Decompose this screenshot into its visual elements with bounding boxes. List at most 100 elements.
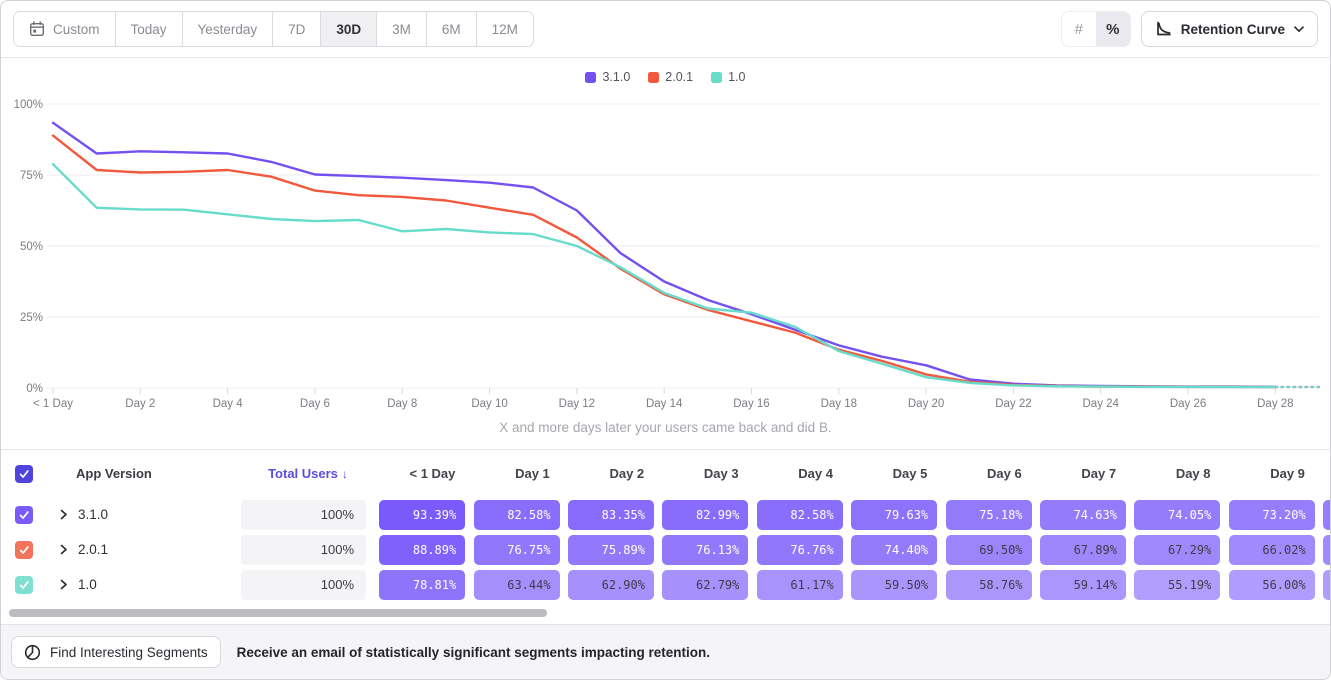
total-users-cell-wrap: 100% <box>241 535 375 565</box>
range-button-today[interactable]: Today <box>116 12 183 46</box>
retention-cell[interactable]: 79.63% <box>851 500 937 530</box>
retention-cell[interactable]: 76.76% <box>757 535 843 565</box>
retention-cell[interactable]: 67.29% <box>1134 535 1220 565</box>
retention-cell-wrap: 67.89% <box>1036 535 1130 565</box>
retention-cell-wrap: 69.50% <box>941 535 1035 565</box>
retention-cell[interactable]: 62.79% <box>662 570 748 600</box>
range-button-30d[interactable]: 30D <box>321 12 377 46</box>
row-checkbox-cell <box>1 541 57 559</box>
expand-chevron-icon[interactable] <box>58 578 69 591</box>
find-interesting-segments-button[interactable]: Find Interesting Segments <box>11 636 221 668</box>
select-all-checkbox[interactable] <box>15 465 33 483</box>
column-header-total-users[interactable]: Total Users↓ <box>241 466 375 481</box>
retention-cell-wrap: 61.17% <box>753 570 847 600</box>
retention-cell-wrap: 82.58% <box>753 500 847 530</box>
retention-cell[interactable]: 74.63% <box>1040 500 1126 530</box>
range-button-yesterday[interactable]: Yesterday <box>183 12 274 46</box>
expand-chevron-icon[interactable] <box>58 508 69 521</box>
percent-format-button[interactable]: % <box>1096 12 1130 46</box>
retention-cell[interactable]: 74.05% <box>1134 500 1220 530</box>
legend-swatch <box>711 72 722 83</box>
retention-cell[interactable]: 93.39% <box>379 500 465 530</box>
retention-cell-wrap: 63.44% <box>469 570 563 600</box>
range-button-6m[interactable]: 6M <box>427 12 477 46</box>
table-body: 3.1.0100%93.39%82.58%83.35%82.99%82.58%7… <box>1 497 1330 602</box>
overflow-cell <box>1319 500 1330 530</box>
retention-cell[interactable]: 73.20% <box>1229 500 1315 530</box>
row-checkbox-1-0[interactable] <box>15 576 33 594</box>
calendar-icon <box>29 21 45 37</box>
legend-item-3-1-0[interactable]: 3.1.0 <box>585 70 630 84</box>
chevron-down-icon <box>1294 26 1304 33</box>
retention-cell-wrap: 62.90% <box>564 570 658 600</box>
retention-cell[interactable]: 82.99% <box>662 500 748 530</box>
range-label: Custom <box>53 22 100 37</box>
legend-swatch <box>585 72 596 83</box>
retention-cell[interactable]: 82.58% <box>757 500 843 530</box>
retention-cell[interactable]: 58.76% <box>946 570 1032 600</box>
number-format-button[interactable]: # <box>1062 12 1096 46</box>
overflow-pill <box>1323 570 1331 600</box>
app-version-cell: 3.1.0 <box>57 507 241 522</box>
line-series-2-0-1[interactable] <box>53 136 1275 388</box>
retention-cell[interactable]: 76.13% <box>662 535 748 565</box>
retention-cell[interactable]: 88.89% <box>379 535 465 565</box>
retention-cell-wrap: 56.00% <box>1225 570 1319 600</box>
retention-cell[interactable]: 55.19% <box>1134 570 1220 600</box>
range-button-7d[interactable]: 7D <box>273 12 321 46</box>
x-tick-label: < 1 Day <box>33 398 73 410</box>
legend-item-1-0[interactable]: 1.0 <box>711 70 745 84</box>
segments-icon <box>24 644 41 661</box>
range-button-custom[interactable]: Custom <box>14 12 116 46</box>
header-checkbox-cell <box>1 465 57 483</box>
horizontal-scrollbar[interactable] <box>9 609 547 617</box>
overflow-cell <box>1319 570 1330 600</box>
retention-cell[interactable]: 62.90% <box>568 570 654 600</box>
retention-cell[interactable]: 75.89% <box>568 535 654 565</box>
retention-cell-wrap: 74.40% <box>847 535 941 565</box>
y-tick-label: 75% <box>20 170 43 182</box>
legend-item-2-0-1[interactable]: 2.0.1 <box>648 70 693 84</box>
line-series-1-0[interactable] <box>53 164 1275 387</box>
row-checkbox-2-0-1[interactable] <box>15 541 33 559</box>
horizontal-scroll-zone <box>1 602 1330 624</box>
retention-cell[interactable]: 59.14% <box>1040 570 1126 600</box>
retention-cell[interactable]: 66.02% <box>1229 535 1315 565</box>
range-button-12m[interactable]: 12M <box>477 12 533 46</box>
x-tick-label: Day 8 <box>387 398 417 410</box>
retention-cell-wrap: 88.89% <box>375 535 469 565</box>
sort-desc-icon: ↓ <box>342 467 348 481</box>
retention-cell-wrap: 76.13% <box>658 535 752 565</box>
retention-cell[interactable]: 56.00% <box>1229 570 1315 600</box>
check-icon <box>18 468 30 480</box>
total-users-cell-wrap: 100% <box>241 570 375 600</box>
retention-cell-wrap: 74.05% <box>1130 500 1224 530</box>
check-icon <box>18 579 30 591</box>
retention-cell[interactable]: 78.81% <box>379 570 465 600</box>
app-version-label: 1.0 <box>78 577 97 592</box>
retention-cell[interactable]: 63.44% <box>474 570 560 600</box>
retention-cell[interactable]: 61.17% <box>757 570 843 600</box>
x-tick-label: Day 16 <box>733 398 769 410</box>
retention-cell[interactable]: 76.75% <box>474 535 560 565</box>
column-header-day-4: Day 4 <box>753 466 847 481</box>
x-tick-label: Day 20 <box>908 398 944 410</box>
retention-cell-wrap: 76.76% <box>753 535 847 565</box>
retention-cell[interactable]: 74.40% <box>851 535 937 565</box>
retention-cell-wrap: 74.63% <box>1036 500 1130 530</box>
column-header-day-5: Day 5 <box>847 466 941 481</box>
footer-bar: Find Interesting Segments Receive an ema… <box>1 624 1330 679</box>
retention-cell[interactable]: 75.18% <box>946 500 1032 530</box>
retention-cell[interactable]: 69.50% <box>946 535 1032 565</box>
chart-type-dropdown[interactable]: Retention Curve <box>1141 11 1318 47</box>
range-button-3m[interactable]: 3M <box>377 12 427 46</box>
range-label: Yesterday <box>198 22 258 37</box>
column-header-day-2: Day 2 <box>564 466 658 481</box>
expand-chevron-icon[interactable] <box>58 543 69 556</box>
retention-cell[interactable]: 82.58% <box>474 500 560 530</box>
row-checkbox-3-1-0[interactable] <box>15 506 33 524</box>
retention-cell[interactable]: 59.50% <box>851 570 937 600</box>
line-series-3-1-0[interactable] <box>53 123 1275 387</box>
retention-cell[interactable]: 83.35% <box>568 500 654 530</box>
retention-cell[interactable]: 67.89% <box>1040 535 1126 565</box>
